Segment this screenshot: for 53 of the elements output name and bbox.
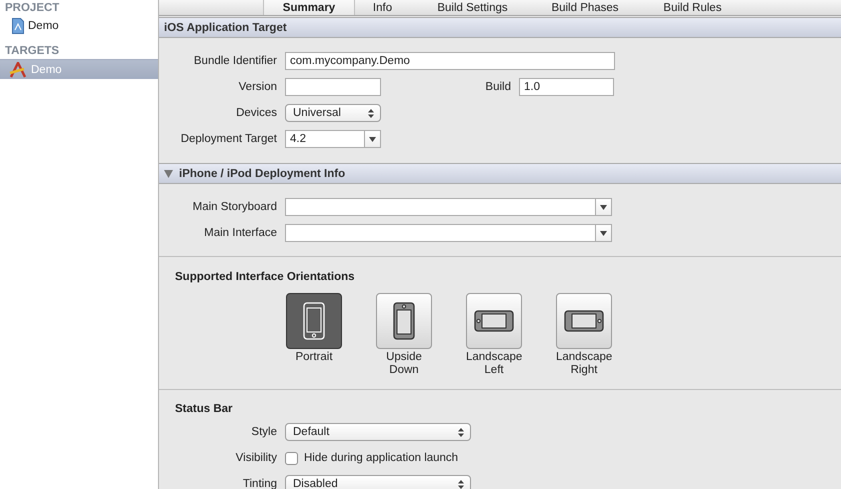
tab[interactable]: Summary	[263, 0, 355, 15]
dropdown-arrow-icon	[600, 230, 607, 236]
sidebar-heading: TARGETS	[4, 44, 60, 59]
text-field[interactable]	[285, 78, 381, 96]
field-label: Build	[484, 81, 511, 93]
orientation-label: Landscape Left	[466, 351, 522, 377]
field-label: Style	[250, 426, 277, 438]
landscape-phone-icon	[474, 310, 514, 332]
sidebar-heading: PROJECT	[4, 1, 60, 16]
section-header: iOS Application Target	[159, 17, 841, 38]
stepper-arrows-icon	[368, 108, 374, 118]
group-title: Status Bar	[174, 403, 233, 415]
group-title: Supported Interface Orientations	[174, 271, 355, 283]
field-label: Devices	[235, 107, 277, 119]
tab[interactable]: Build Rules	[635, 0, 750, 15]
combo-box[interactable]	[285, 198, 612, 216]
field-label: Bundle Identifier	[192, 55, 277, 67]
sidebar-item[interactable]: Demo	[0, 16, 158, 35]
tab[interactable]: Build Phases	[535, 0, 635, 15]
landscape-phone-icon	[564, 310, 604, 332]
disclosure-triangle-icon[interactable]	[164, 170, 173, 178]
field-label: Version	[238, 81, 277, 93]
text-field[interactable]: com.mycompany.Demo	[285, 52, 615, 70]
phone-icon	[393, 302, 415, 340]
dropdown-arrow-icon	[600, 204, 607, 210]
checkbox[interactable]	[285, 452, 298, 464]
orientation-toggle[interactable]	[466, 293, 522, 349]
orientation-label: Upside Down	[385, 351, 423, 377]
checkbox-label: Hide during application launch	[304, 452, 458, 464]
a-frame-icon	[9, 62, 27, 78]
combo-box[interactable]: 4.2	[285, 130, 381, 148]
tab[interactable]: Info	[355, 0, 410, 15]
tab[interactable]: Build Settings	[410, 0, 535, 15]
field-label: Deployment Target	[180, 133, 277, 145]
text-field[interactable]: 1.0	[519, 78, 614, 96]
orientation-toggle[interactable]	[286, 293, 342, 349]
section-header[interactable]: iPhone / iPod Deployment Info	[159, 163, 841, 184]
popup-button[interactable]: Disabled	[285, 475, 471, 489]
stepper-arrows-icon	[458, 480, 464, 488]
combo-box[interactable]	[285, 224, 612, 242]
popup-button[interactable]: Universal	[285, 104, 381, 122]
field-label: Main Interface	[203, 227, 277, 239]
field-label: Main Storyboard	[192, 201, 277, 213]
orientation-toggle[interactable]	[376, 293, 432, 349]
dropdown-arrow-icon	[369, 136, 376, 142]
orientation-label: Landscape Right	[556, 351, 612, 377]
stepper-arrows-icon	[458, 428, 464, 436]
orientation-toggle[interactable]	[556, 293, 612, 349]
phone-icon	[303, 302, 325, 340]
popup-button[interactable]: Default	[285, 423, 471, 441]
document-icon	[12, 18, 24, 34]
orientation-label: Portrait	[294, 351, 334, 364]
field-label: Visibility	[234, 452, 277, 464]
